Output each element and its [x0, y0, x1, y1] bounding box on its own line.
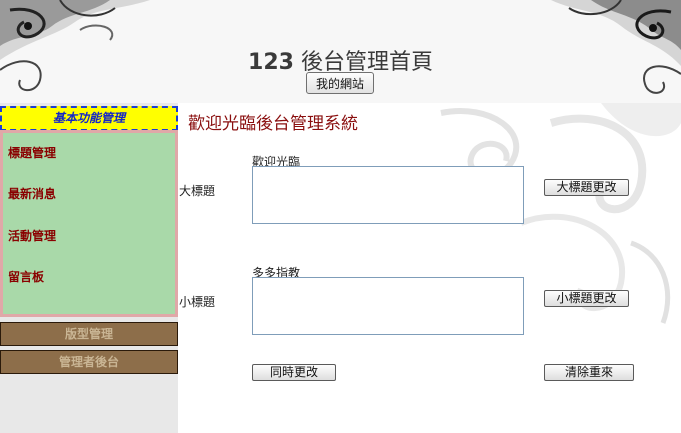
page-header: 123 後台管理首頁 我的網站: [0, 0, 681, 103]
sidebar-heading: 基本功能管理: [0, 106, 178, 131]
site-number: 123: [248, 50, 294, 75]
big-title-input[interactable]: [252, 166, 524, 224]
my-site-button[interactable]: 我的網站: [306, 72, 374, 94]
sub-title-label: 小標題: [179, 295, 216, 309]
big-title-label: 大標題: [179, 184, 216, 198]
sidebar: 基本功能管理 標題管理 最新消息 活動管理 留言板 版型管理 管理者後台: [0, 103, 178, 433]
sidebar-item-news[interactable]: 最新消息: [8, 185, 56, 202]
sidebar-item-guestbook[interactable]: 留言板: [8, 268, 44, 285]
update-sub-title-button[interactable]: 小標題更改: [544, 290, 629, 307]
sub-title-input[interactable]: [252, 277, 524, 335]
sidebar-item-events[interactable]: 活動管理: [8, 227, 56, 244]
sidebar-item-title-management[interactable]: 標題管理: [8, 144, 56, 161]
welcome-heading: 歡迎光臨後台管理系統: [188, 114, 358, 134]
sidebar-section-layout[interactable]: 版型管理: [0, 322, 178, 346]
sidebar-menu: 標題管理 最新消息 活動管理 留言板: [0, 130, 178, 317]
main-panel: 歡迎光臨後台管理系統 歡迎光臨 大標題 大標題更改 多多指教 小標題 小標題更改…: [178, 103, 681, 433]
sidebar-section-admin[interactable]: 管理者後台: [0, 350, 178, 374]
update-both-button[interactable]: 同時更改: [252, 364, 336, 381]
update-big-title-button[interactable]: 大標題更改: [544, 179, 629, 196]
reset-button[interactable]: 清除重來: [544, 364, 634, 381]
